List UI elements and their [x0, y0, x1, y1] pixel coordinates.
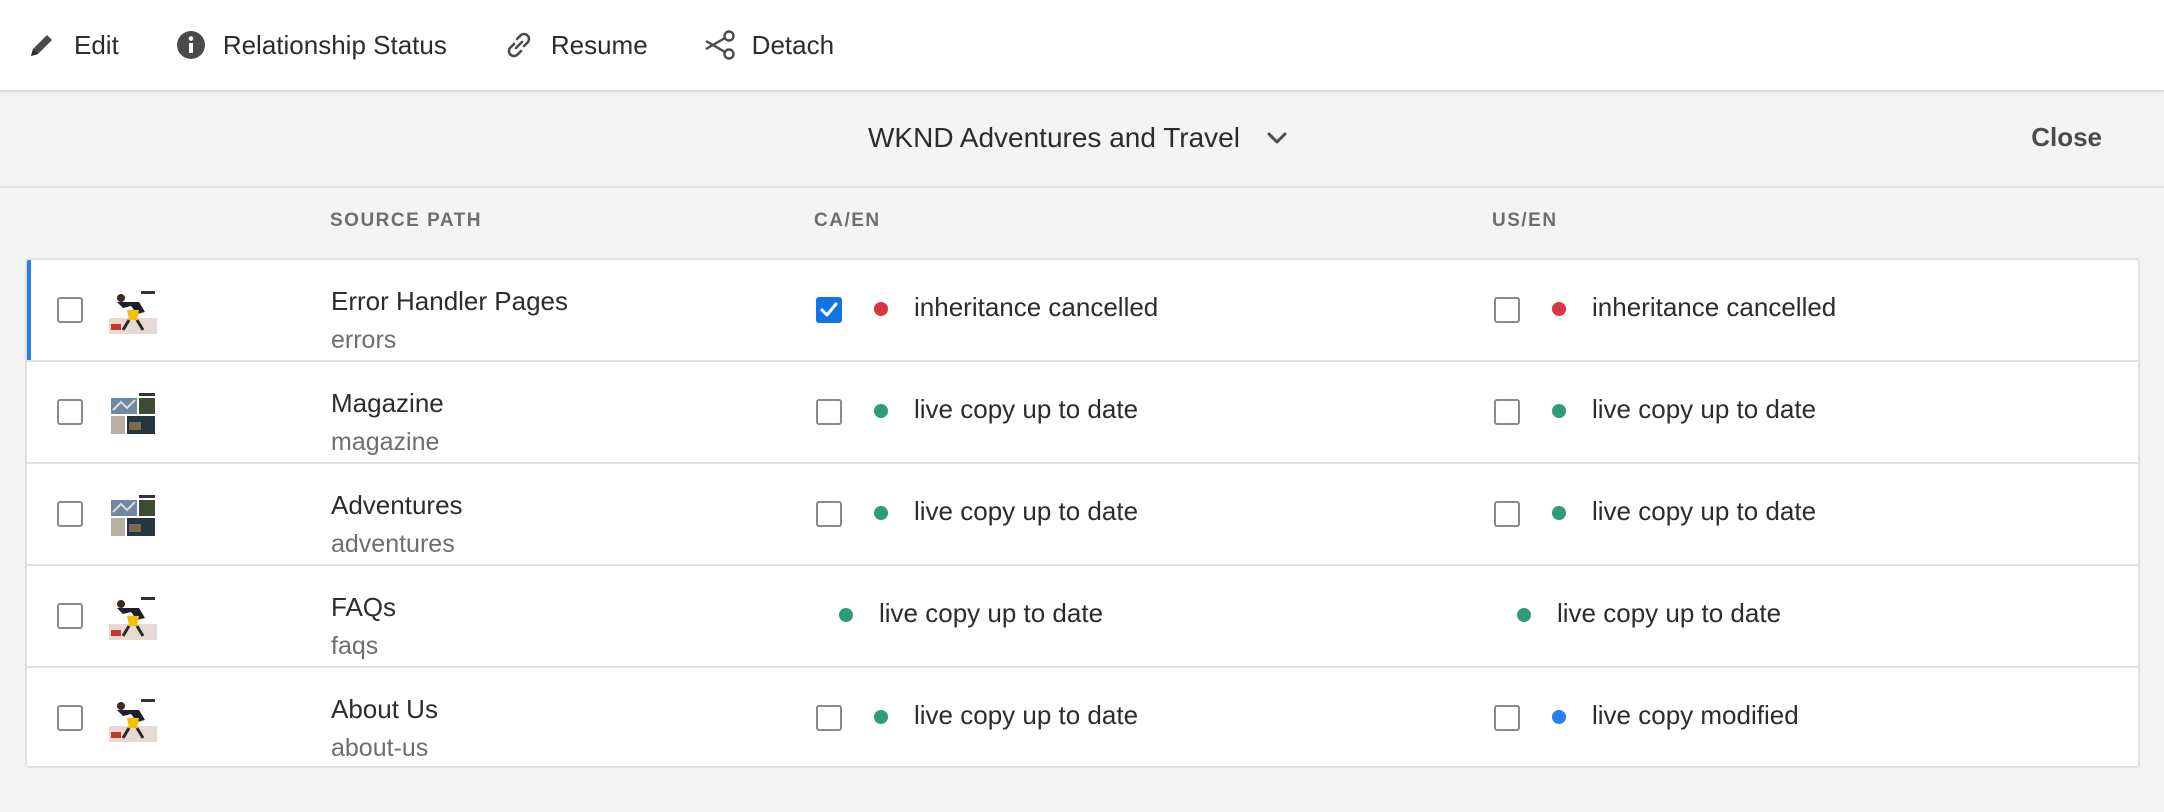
page-path: about-us [331, 734, 429, 762]
us-en-status-text: live copy modified [1592, 700, 1799, 730]
ca-en-status-dot [874, 710, 888, 724]
page-title: About Us [331, 694, 438, 724]
scissors-icon [702, 27, 738, 63]
pencil-icon [24, 27, 60, 63]
us-en-status-text: live copy up to date [1592, 496, 1817, 526]
action-bar: Edit Relationship Status Resume Detach [0, 0, 2164, 92]
ca-en-status-text: live copy up to date [914, 496, 1139, 526]
info-icon [173, 27, 209, 63]
ca-en-status-text: live copy up to date [914, 394, 1139, 424]
ca-en-status-dot [874, 506, 888, 520]
live-copy-table: Error Handler Pages errors inheritance can… [25, 258, 2140, 768]
resume-button[interactable]: Resume [501, 13, 648, 77]
detach-label: Detach [751, 29, 835, 60]
us-en-status-dot [1552, 506, 1566, 520]
relationship-status-label: Relationship Status [222, 29, 447, 60]
close-button[interactable]: Close [2031, 122, 2102, 153]
ca-en-checkbox[interactable] [816, 705, 842, 731]
us-en-checkbox[interactable] [1494, 297, 1520, 323]
us-en-checkbox[interactable] [1494, 399, 1520, 425]
ca-en-checkbox[interactable] [816, 399, 842, 425]
page-thumbnail [109, 392, 157, 436]
ca-en-status-text: live copy up to date [879, 598, 1104, 628]
us-en-status-text: live copy up to date [1592, 394, 1817, 424]
ca-en-status-text: inheritance cancelled [914, 292, 1159, 322]
page-thumbnail [109, 290, 157, 334]
site-title: WKND Adventures and Travel [868, 122, 1240, 153]
site-selector[interactable]: WKND Adventures and Travel [868, 122, 1292, 154]
row-select-checkbox[interactable] [57, 297, 83, 323]
ca-en-status-dot [874, 302, 888, 316]
chevron-down-icon [1262, 123, 1292, 153]
page-thumbnail [109, 596, 157, 640]
us-en-status-dot [1517, 608, 1531, 622]
ca-en-status-dot [839, 608, 853, 622]
ca-en-checkbox[interactable] [816, 501, 842, 527]
page-title: Adventures [331, 490, 463, 520]
us-en-status-text: live copy up to date [1557, 598, 1782, 628]
table-row[interactable]: FAQs faqs live copy up to date live copy up… [27, 566, 2138, 668]
us-en-status-dot [1552, 404, 1566, 418]
us-en-checkbox[interactable] [1494, 501, 1520, 527]
edit-button[interactable]: Edit [24, 13, 119, 77]
detach-button[interactable]: Detach [702, 13, 834, 77]
column-header-us-en[interactable]: US/EN [1492, 210, 1558, 232]
row-select-checkbox[interactable] [57, 705, 83, 731]
ca-en-status-dot [874, 404, 888, 418]
page-title: Error Handler Pages [331, 286, 568, 316]
us-en-checkbox[interactable] [1494, 705, 1520, 731]
table-row[interactable]: About Us about-us live copy up to date live… [27, 668, 2138, 766]
column-header-source-path[interactable]: SOURCE PATH [330, 210, 482, 232]
page-path: magazine [331, 428, 440, 456]
us-en-status-dot [1552, 302, 1566, 316]
table-row[interactable]: Error Handler Pages errors inheritance can… [27, 260, 2138, 362]
ca-en-status-text: live copy up to date [914, 700, 1139, 730]
page-path: adventures [331, 530, 455, 558]
us-en-status-text: inheritance cancelled [1592, 292, 1837, 322]
table-row[interactable]: Magazine magazine live copy up to date live… [27, 362, 2138, 464]
ca-en-checkbox[interactable] [816, 297, 842, 323]
row-select-checkbox[interactable] [57, 603, 83, 629]
page-path: errors [331, 326, 397, 354]
page-path: faqs [331, 632, 379, 660]
page-thumbnail [109, 494, 157, 538]
us-en-status-dot [1552, 710, 1566, 724]
link-icon [501, 27, 537, 63]
page-title: FAQs [331, 592, 397, 622]
page-thumbnail [109, 698, 157, 742]
table-row[interactable]: Adventures adventures live copy up to date… [27, 464, 2138, 566]
panel-header: WKND Adventures and Travel Close [0, 92, 2164, 188]
page-title: Magazine [331, 388, 444, 418]
row-select-checkbox[interactable] [57, 399, 83, 425]
row-select-checkbox[interactable] [57, 501, 83, 527]
column-header-ca-en[interactable]: CA/EN [814, 210, 881, 232]
edit-label: Edit [74, 29, 119, 60]
resume-label: Resume [550, 29, 648, 60]
relationship-status-button[interactable]: Relationship Status [173, 13, 447, 77]
